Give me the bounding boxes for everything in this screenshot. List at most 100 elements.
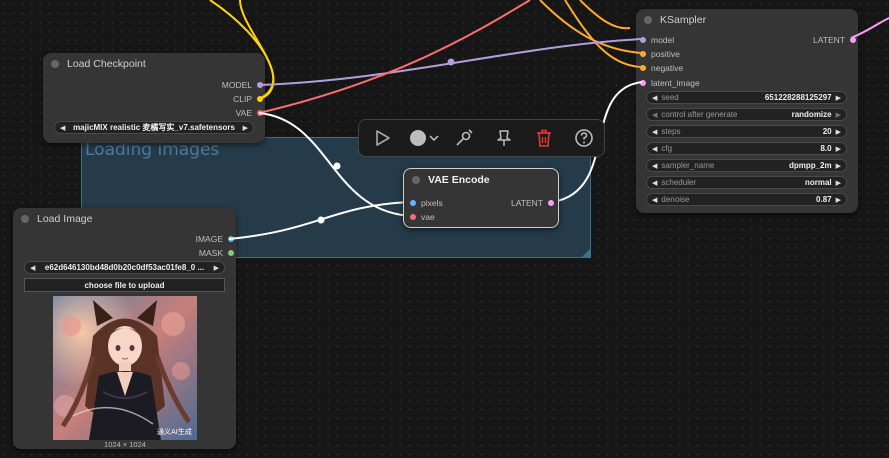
slot-dot-icon[interactable] bbox=[257, 110, 263, 116]
widget-label: control after generate bbox=[661, 110, 738, 119]
watermark: 通义AI生成 bbox=[157, 427, 192, 436]
arrow-right-icon[interactable]: ▶ bbox=[836, 179, 841, 187]
arrow-right-icon[interactable]: ▶ bbox=[243, 124, 248, 132]
output-latent[interactable]: LATENT bbox=[813, 33, 858, 47]
help-icon[interactable] bbox=[573, 127, 595, 149]
collapse-dot-icon[interactable] bbox=[21, 215, 29, 223]
slot-dot-icon[interactable] bbox=[410, 214, 416, 220]
output-clip[interactable]: CLIP bbox=[233, 92, 265, 106]
widget-scheduler[interactable]: ◀ scheduler normal ▶ bbox=[646, 176, 847, 189]
node-header[interactable]: Load Checkpoint bbox=[43, 53, 265, 75]
arrow-left-icon[interactable]: ◀ bbox=[652, 179, 657, 187]
arrow-left-icon[interactable]: ◀ bbox=[60, 124, 65, 132]
image-name-combo[interactable]: ◀ e62d646130bd48d0b20c0df53ac01fe8_0 ...… bbox=[24, 261, 225, 274]
node-header[interactable]: Load Image bbox=[13, 208, 236, 230]
widget-value: majicMIX realistic 麦橘写实_v7.safetensors bbox=[73, 123, 235, 132]
output-image[interactable]: IMAGE bbox=[196, 232, 236, 246]
widget-label: scheduler bbox=[661, 178, 697, 187]
output-vae[interactable]: VAE bbox=[236, 106, 265, 120]
arrow-left-icon[interactable]: ◀ bbox=[30, 264, 35, 272]
input-vae[interactable]: vae bbox=[408, 210, 435, 224]
widget-seed[interactable]: ◀ seed 651228288125297 ▶ bbox=[646, 91, 847, 104]
output-latent[interactable]: LATENT bbox=[511, 196, 556, 210]
input-negative[interactable]: negative bbox=[638, 61, 683, 75]
arrow-left-icon[interactable]: ◀ bbox=[652, 111, 657, 119]
arrow-right-icon[interactable]: ▶ bbox=[214, 264, 219, 272]
arrow-right-icon[interactable]: ▶ bbox=[836, 145, 841, 153]
wire-model bbox=[258, 38, 643, 86]
output-model[interactable]: MODEL bbox=[222, 78, 265, 92]
slot-label: model bbox=[651, 35, 675, 45]
collapse-dot-icon[interactable] bbox=[644, 16, 652, 24]
slot-dot-icon[interactable] bbox=[640, 37, 646, 43]
slot-dot-icon[interactable] bbox=[640, 51, 646, 57]
slot-label: latent_image bbox=[651, 78, 700, 88]
slot-dot-icon[interactable] bbox=[640, 65, 646, 71]
slot-dot-icon[interactable] bbox=[640, 80, 646, 86]
arrow-left-icon[interactable]: ◀ bbox=[652, 162, 657, 170]
group-resize-handle[interactable] bbox=[582, 249, 590, 257]
widget-denoise[interactable]: ◀ denoise 0.87 ▶ bbox=[646, 193, 847, 206]
widget-value: normal bbox=[804, 178, 832, 187]
input-positive[interactable]: positive bbox=[638, 47, 680, 61]
wire-neg-2 bbox=[579, 0, 631, 30]
arrow-right-icon[interactable]: ▶ bbox=[836, 128, 841, 136]
group-title[interactable]: Loading images bbox=[85, 140, 219, 160]
widget-steps[interactable]: ◀ steps 20 ▶ bbox=[646, 125, 847, 138]
arrow-left-icon[interactable]: ◀ bbox=[652, 145, 657, 153]
ckpt-name-combo[interactable]: ◀ majicMIX realistic 麦橘写实_v7.safetensors… bbox=[54, 121, 254, 134]
image-dimensions: 1024 × 1024 bbox=[104, 440, 146, 449]
slot-dot-icon[interactable] bbox=[257, 96, 263, 102]
slot-dot-icon[interactable] bbox=[850, 37, 856, 43]
slot-dot-icon[interactable] bbox=[410, 200, 416, 206]
collapse-dot-icon[interactable] bbox=[412, 176, 420, 184]
widget-sampler-name[interactable]: ◀ sampler_name dpmpp_2m ▶ bbox=[646, 159, 847, 172]
slot-dot-icon[interactable] bbox=[257, 82, 263, 88]
collapse-dot-icon[interactable] bbox=[51, 60, 59, 68]
arrow-left-icon[interactable]: ◀ bbox=[652, 196, 657, 204]
selection-toolbar bbox=[358, 119, 605, 157]
pin-icon[interactable] bbox=[493, 127, 515, 149]
slot-label: IMAGE bbox=[195, 234, 223, 244]
widget-value: 651228288125297 bbox=[764, 93, 832, 102]
color-circle-icon[interactable] bbox=[407, 127, 429, 149]
play-icon[interactable] bbox=[371, 127, 393, 149]
arrow-right-icon[interactable]: ▶ bbox=[836, 111, 841, 119]
widget-cfg[interactable]: ◀ cfg 8.0 ▶ bbox=[646, 142, 847, 155]
arrow-right-icon[interactable]: ▶ bbox=[836, 196, 841, 204]
output-mask[interactable]: MASK bbox=[199, 246, 236, 260]
arrow-left-icon[interactable]: ◀ bbox=[652, 128, 657, 136]
widget-value: dpmpp_2m bbox=[788, 161, 832, 170]
input-pixels[interactable]: pixels bbox=[408, 196, 443, 210]
arrow-right-icon[interactable]: ▶ bbox=[836, 162, 841, 170]
wire-negative bbox=[564, 0, 643, 68]
widget-value: e62d646130bd48d0b20c0df53ac01fe8_0 ... bbox=[44, 263, 205, 272]
node-header[interactable]: KSampler bbox=[636, 9, 858, 31]
node-load-checkpoint[interactable]: Load Checkpoint MODEL CLIP VAE ◀ majicMI… bbox=[43, 53, 265, 143]
slot-dot-icon[interactable] bbox=[228, 250, 234, 256]
widget-label: seed bbox=[661, 93, 679, 102]
wire-midpoint-icon bbox=[447, 58, 455, 66]
node-header[interactable]: VAE Encode bbox=[404, 169, 558, 191]
trash-icon[interactable] bbox=[533, 127, 555, 149]
slot-dot-icon[interactable] bbox=[228, 236, 234, 242]
image-preview[interactable]: 通义AI生成 bbox=[53, 296, 197, 440]
slot-label: VAE bbox=[235, 108, 252, 118]
node-vae-encode[interactable]: VAE Encode pixels vae LATENT bbox=[403, 168, 559, 228]
node-title: Load Image bbox=[37, 213, 93, 225]
widget-label: cfg bbox=[661, 144, 673, 153]
bypass-icon[interactable] bbox=[453, 127, 475, 149]
input-model[interactable]: model bbox=[638, 33, 674, 47]
node-ksampler[interactable]: KSampler model positive negative latent_… bbox=[636, 9, 858, 213]
arrow-left-icon[interactable]: ◀ bbox=[652, 94, 657, 102]
input-latent-image[interactable]: latent_image bbox=[638, 76, 700, 90]
upload-button[interactable]: choose file to upload bbox=[24, 278, 225, 292]
slot-dot-icon[interactable] bbox=[548, 200, 554, 206]
widget-control-after-generate[interactable]: ◀ control after generate randomize ▶ bbox=[646, 108, 847, 121]
slot-label: MASK bbox=[198, 248, 223, 258]
node-title: KSampler bbox=[660, 14, 707, 26]
slot-label: CLIP bbox=[233, 94, 252, 104]
arrow-right-icon[interactable]: ▶ bbox=[836, 94, 841, 102]
node-title: VAE Encode bbox=[428, 174, 490, 186]
chevron-down-icon[interactable] bbox=[429, 127, 439, 149]
